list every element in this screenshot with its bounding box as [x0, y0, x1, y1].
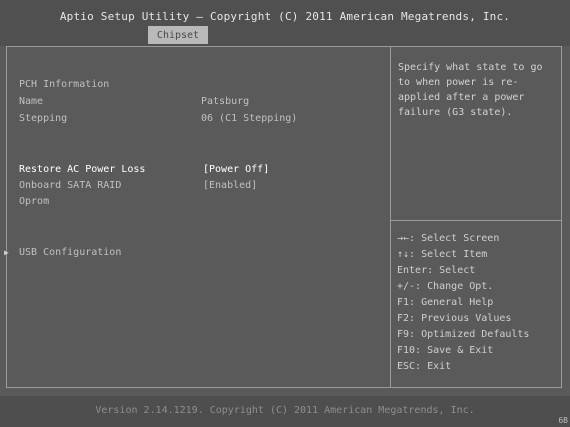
help-divider — [390, 220, 562, 221]
submenu-usb-configuration[interactable]: USB Configuration — [19, 247, 121, 258]
key-select-screen: →←: Select Screen — [397, 233, 500, 244]
setting-label-sata-raid-line2[interactable]: Oprom — [19, 196, 49, 207]
version-text: Version 2.14.1219. Copyright (C) 2011 Am… — [95, 405, 475, 416]
setting-value-sata-raid[interactable]: [Enabled] — [203, 180, 257, 191]
info-label-name: Name — [19, 96, 44, 107]
header-bar — [0, 0, 570, 46]
key-save-exit: F10: Save & Exit — [397, 345, 494, 356]
setting-label-restore-ac[interactable]: Restore AC Power Loss — [19, 164, 145, 175]
app-title: Aptio Setup Utility – Copyright (C) 2011… — [59, 10, 511, 23]
key-legend: →←: Select Screen ↑↓: Select Item Enter:… — [397, 231, 557, 375]
triangle-right-icon: ▶ — [4, 248, 9, 257]
section-title-pch: PCH Information — [19, 79, 110, 90]
key-enter: Enter: Select — [397, 265, 476, 276]
setting-value-restore-ac[interactable]: [Power Off] — [203, 164, 269, 175]
info-label-stepping: Stepping — [19, 113, 68, 124]
key-change-opt: +/-: Change Opt. — [397, 281, 494, 292]
panel-divider — [390, 46, 391, 388]
key-general-help: F1: General Help — [397, 297, 494, 308]
info-value-name: Patsburg — [201, 96, 250, 107]
info-value-stepping: 06 (C1 Stepping) — [201, 113, 298, 124]
key-select-item: ↑↓: Select Item — [397, 249, 488, 260]
key-esc-exit: ESC: Exit — [397, 361, 452, 372]
setting-label-sata-raid[interactable]: Onboard SATA RAID — [19, 180, 121, 191]
tab-chipset[interactable]: Chipset — [148, 26, 208, 44]
key-previous-values: F2: Previous Values — [397, 313, 512, 324]
help-text: Specify what state to go to when power i… — [398, 62, 543, 118]
corner-code: 6B — [558, 416, 568, 425]
key-optimized-defaults: F9: Optimized Defaults — [397, 329, 530, 340]
